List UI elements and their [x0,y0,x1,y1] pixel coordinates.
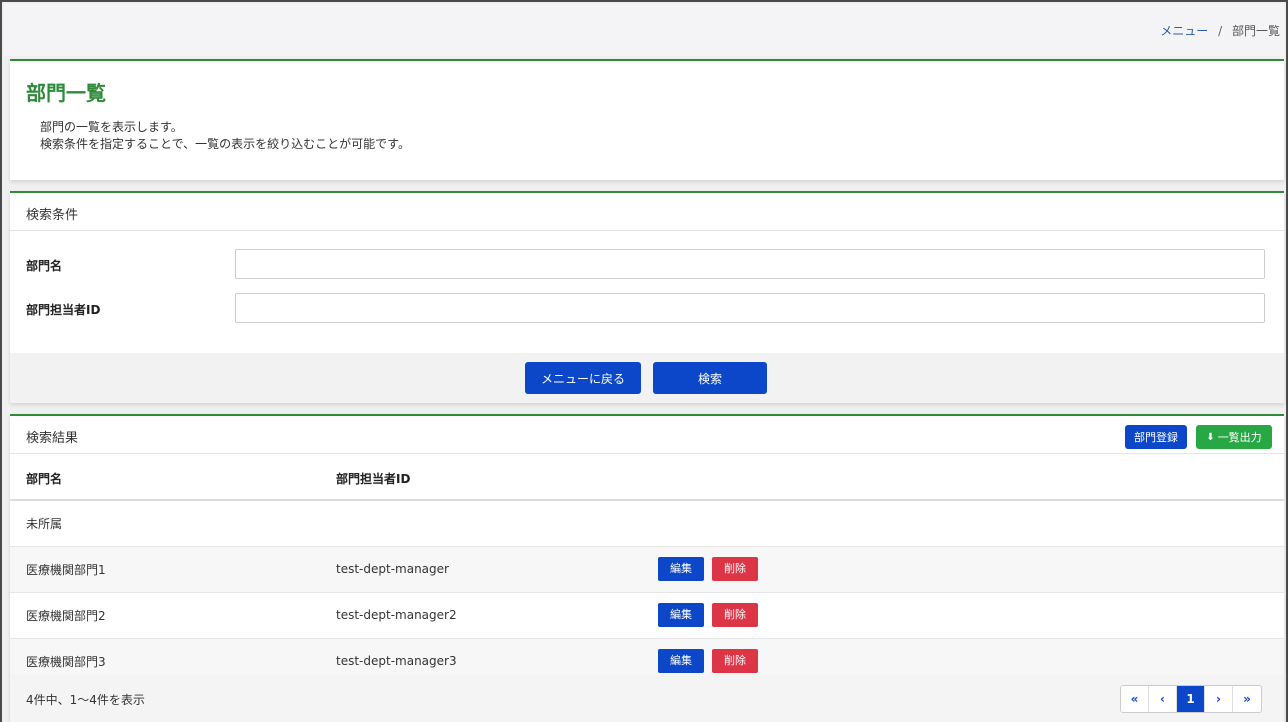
table-row: 未所属 [10,500,1284,547]
export-list-label: 一覧出力 [1217,431,1262,444]
edit-button[interactable]: 編集 [658,649,704,673]
column-header-actions [642,458,1284,501]
delete-button[interactable]: 削除 [712,649,758,673]
export-list-button[interactable]: ⬇ 一覧出力 [1196,425,1272,449]
app-frame: メニュー / 部門一覧 部門一覧 部門の一覧を表示します。 検索条件を指定するこ… [0,0,1288,722]
search-card: 検索条件 部門名 部門担当者ID メニューに戻る 検索 [10,191,1284,403]
dept-name-input[interactable] [235,249,1265,279]
prev-page-button[interactable]: ‹ [1149,686,1177,712]
search-header-title: 検索条件 [26,208,79,223]
page-description: 検索条件を指定することで、一覧の表示を絞り込むことが可能です。 [40,137,410,151]
back-to-menu-button[interactable]: メニューに戻る [525,362,641,394]
last-page-button[interactable]: » [1233,686,1261,712]
pagination: « ‹ 1 › » [1120,685,1262,713]
table-header-row: 部門名 部門担当者ID [10,458,1284,501]
page-1-button[interactable]: 1 [1177,686,1205,712]
column-header-manager-id: 部門担当者ID [320,458,642,501]
search-header: 検索条件 [10,193,1284,231]
manager-id-cell [320,500,642,547]
delete-button[interactable]: 削除 [712,557,758,581]
edit-button[interactable]: 編集 [658,603,704,627]
top-bar: メニュー / 部門一覧 [4,4,1284,56]
page-description: 部門の一覧を表示します。 [40,120,183,134]
dept-name-cell: 未所属 [10,500,320,547]
register-dept-button[interactable]: 部門登録 [1125,425,1187,449]
manager-id-cell: test-dept-manager2 [320,592,642,639]
breadcrumb-current: 部門一覧 [1231,24,1280,38]
actions-cell: 編集 削除 [642,546,1284,593]
results-header: 検索結果 部門登録 ⬇ 一覧出力 [10,416,1284,454]
dept-name-cell: 医療機関部門2 [10,592,320,639]
next-page-button[interactable]: › [1205,686,1233,712]
page-title: 部門一覧 [26,81,106,105]
dept-name-cell: 医療機関部門1 [10,546,320,593]
manager-id-label: 部門担当者ID [26,303,101,317]
breadcrumb-menu-link[interactable]: メニュー [1160,24,1208,38]
delete-button[interactable]: 削除 [712,603,758,627]
intro-card: 部門一覧 部門の一覧を表示します。 検索条件を指定することで、一覧の表示を絞り込… [10,59,1284,180]
search-footer: メニューに戻る 検索 [10,353,1284,403]
breadcrumb: メニュー / 部門一覧 [1160,22,1280,39]
manager-id-input[interactable] [235,293,1265,323]
results-header-title: 検索結果 [26,431,79,446]
search-button[interactable]: 検索 [653,362,767,394]
results-table: 部門名 部門担当者ID 未所属 医療機関部門1 test-dept-manage… [10,458,1284,685]
table-row: 医療機関部門1 test-dept-manager 編集 削除 [10,546,1284,593]
actions-cell [642,500,1284,547]
dept-name-label: 部門名 [26,259,63,273]
manager-id-cell: test-dept-manager [320,546,642,593]
results-footer: 4件中、1〜4件を表示 « ‹ 1 › » [10,674,1284,722]
actions-cell: 編集 削除 [642,592,1284,639]
first-page-button[interactable]: « [1121,686,1149,712]
results-card: 検索結果 部門登録 ⬇ 一覧出力 部門名 部門担当者ID 未所属 医療機関部門1… [10,414,1284,722]
edit-button[interactable]: 編集 [658,557,704,581]
breadcrumb-separator: / [1218,24,1223,38]
download-icon: ⬇ [1206,431,1215,443]
table-row: 医療機関部門2 test-dept-manager2 編集 削除 [10,592,1284,639]
result-count: 4件中、1〜4件を表示 [26,693,145,707]
column-header-dept-name: 部門名 [10,458,320,501]
